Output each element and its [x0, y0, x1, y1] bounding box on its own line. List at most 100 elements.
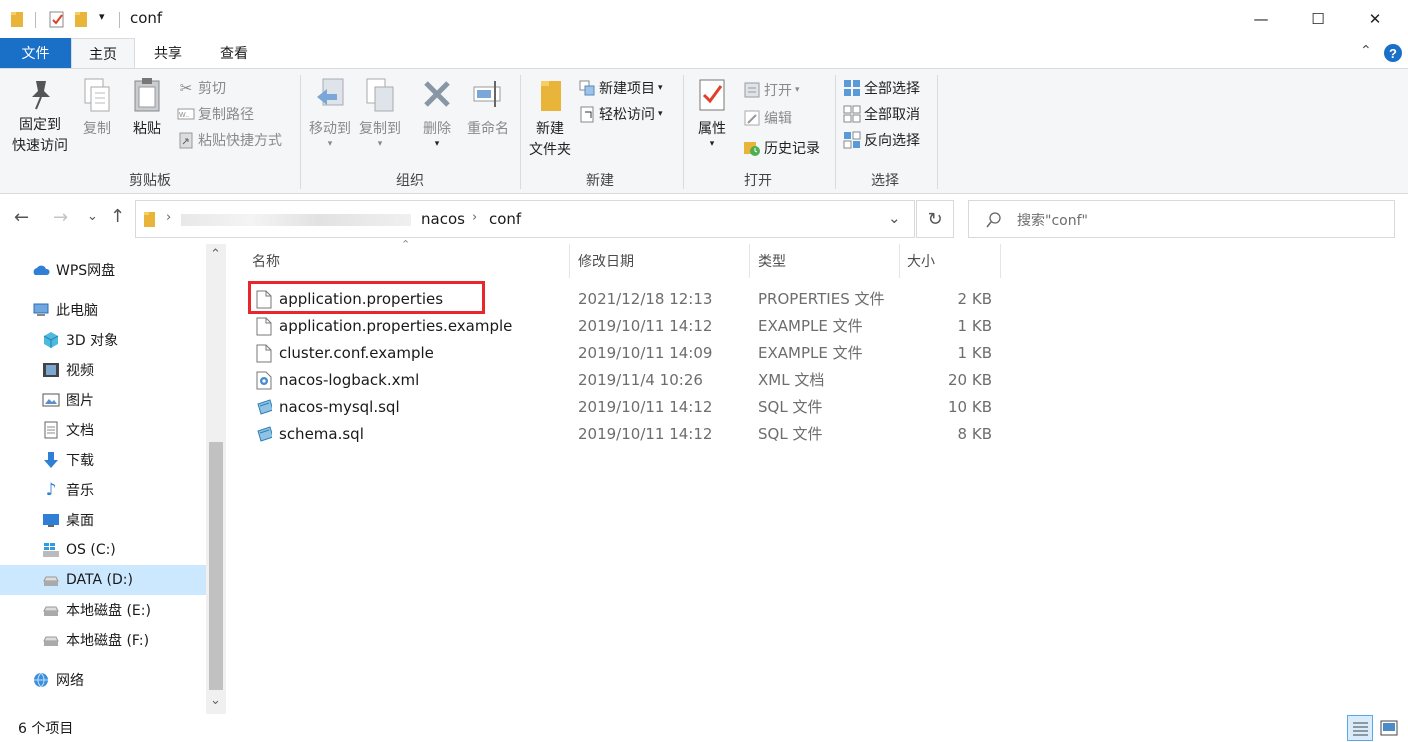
file-type: XML 文档 — [758, 371, 825, 389]
invert-selection-button[interactable]: 反向选择 — [843, 128, 920, 152]
desktop-icon — [43, 514, 59, 527]
paste-shortcut-button[interactable]: 粘贴快捷方式 — [177, 128, 282, 152]
rename-label: 重命名 — [467, 121, 509, 137]
move-to-label: 移动到 — [309, 121, 351, 137]
help-icon[interactable]: ? — [1383, 43, 1403, 63]
nav-item-label: 本地磁盘 (E:) — [66, 603, 151, 619]
nav-item-documents[interactable]: 文档 — [42, 415, 94, 445]
nav-item-3d-objects[interactable]: 3D 对象 — [42, 325, 118, 355]
rename-button[interactable]: 重命名 — [462, 77, 514, 140]
ribbon-separator — [683, 75, 684, 189]
collapse-ribbon-icon[interactable]: ⌃ — [1360, 43, 1372, 59]
large-icons-view-button[interactable] — [1378, 717, 1400, 739]
cut-button[interactable]: ✂ 剪切 — [177, 76, 226, 100]
properties-quick-icon[interactable] — [48, 10, 66, 28]
refresh-icon[interactable]: ↻ — [916, 200, 954, 238]
copy-button[interactable]: 复制 — [77, 77, 117, 140]
nav-item-drive-f[interactable]: 本地磁盘 (F:) — [42, 625, 149, 655]
easy-access-dropdown-icon: ▾ — [658, 109, 663, 119]
scroll-down-icon[interactable]: ⌄ — [210, 693, 221, 708]
address-dropdown-icon[interactable]: ⌄ — [888, 209, 901, 227]
open-button[interactable]: 打开 ▾ — [743, 78, 800, 102]
download-arrow-icon — [44, 452, 58, 468]
nav-item-this-pc[interactable]: 此电脑 — [32, 295, 98, 325]
file-size: 1 KB — [957, 317, 992, 335]
nav-item-network[interactable]: 网络 — [32, 665, 84, 695]
forward-arrow-icon[interactable]: → — [53, 207, 68, 228]
up-arrow-icon[interactable]: ↑ — [110, 206, 125, 227]
search-box[interactable]: 搜索"conf" — [968, 200, 1395, 238]
file-name: nacos-mysql.sql — [279, 398, 400, 416]
file-row[interactable]: schema.sql 2019/10/11 14:12 SQL 文件 8 KB — [248, 421, 1008, 448]
nav-item-label: WPS网盘 — [56, 263, 116, 279]
file-row[interactable]: nacos-mysql.sql 2019/10/11 14:12 SQL 文件 … — [248, 394, 1008, 421]
properties-button[interactable]: 属性 ▾ — [690, 77, 734, 149]
file-row[interactable]: cluster.conf.example 2019/10/11 14:09 EX… — [248, 340, 1008, 367]
new-folder-quick-icon[interactable] — [74, 10, 90, 28]
column-header-name[interactable]: 名称 — [252, 244, 280, 278]
select-none-button[interactable]: 全部取消 — [843, 102, 920, 126]
column-divider[interactable] — [569, 244, 570, 278]
close-button[interactable]: ✕ — [1352, 0, 1398, 38]
minimize-button[interactable]: — — [1238, 0, 1284, 38]
copy-path-button[interactable]: W.. 复制路径 — [177, 102, 254, 126]
address-box[interactable]: › nacos › conf ⌄ — [135, 200, 915, 238]
nav-item-downloads[interactable]: 下载 — [42, 445, 94, 475]
nav-item-music[interactable]: ♪ 音乐 — [42, 475, 94, 505]
nav-item-drive-e[interactable]: 本地磁盘 (E:) — [42, 595, 151, 625]
breadcrumb-nacos[interactable]: nacos — [421, 210, 465, 228]
delete-icon — [424, 81, 450, 107]
nav-scrollbar[interactable]: ⌃ ⌄ — [206, 244, 226, 714]
music-note-icon: ♪ — [45, 480, 57, 500]
column-header-size[interactable]: 大小 — [907, 244, 935, 278]
blank-file-icon — [256, 344, 272, 363]
file-name: cluster.conf.example — [279, 344, 434, 362]
pin-label-line1: 固定到 — [19, 117, 61, 133]
nav-item-pictures[interactable]: 图片 — [42, 385, 94, 415]
pin-icon — [32, 81, 50, 110]
delete-button[interactable]: 删除 ▾ — [415, 77, 459, 149]
nav-item-drive-c[interactable]: OS (C:) — [42, 535, 116, 565]
paste-button[interactable]: 粘贴 — [127, 77, 167, 140]
quick-access-dropdown-icon[interactable]: ▾ — [99, 10, 105, 23]
column-divider[interactable] — [749, 244, 750, 278]
history-button[interactable]: 历史记录 — [743, 136, 820, 160]
nav-item-drive-d[interactable]: DATA (D:) — [42, 565, 133, 595]
edit-button[interactable]: 编辑 — [743, 106, 792, 130]
file-row[interactable]: nacos-logback.xml 2019/11/4 10:26 XML 文档… — [248, 367, 1008, 394]
tab-home[interactable]: 主页 — [71, 38, 135, 69]
file-size: 1 KB — [957, 344, 992, 362]
new-item-button[interactable]: 新建项目 ▾ — [578, 76, 663, 100]
maximize-button[interactable]: ☐ — [1295, 0, 1341, 38]
copy-to-button[interactable]: 复制到 ▾ — [355, 77, 405, 149]
new-folder-button[interactable]: 新建 文件夹 — [525, 77, 575, 161]
column-divider[interactable] — [899, 244, 900, 278]
select-all-button[interactable]: 全部选择 — [843, 76, 920, 100]
scroll-up-icon[interactable]: ⌃ — [210, 247, 221, 262]
column-header-type[interactable]: 类型 — [758, 244, 786, 278]
nav-scrollbar-thumb[interactable] — [209, 442, 223, 690]
file-list: ⌃ 名称 修改日期 类型 大小 application.properties 2… — [228, 238, 1408, 714]
move-to-button[interactable]: 移动到 ▾ — [305, 77, 355, 149]
easy-access-icon — [580, 106, 594, 123]
nav-item-desktop[interactable]: 桌面 — [42, 505, 94, 535]
tab-share[interactable]: 共享 — [140, 38, 196, 68]
paste-label: 粘贴 — [133, 121, 161, 137]
nav-item-videos[interactable]: 视频 — [42, 355, 94, 385]
tab-view[interactable]: 查看 — [206, 38, 262, 68]
pin-to-quick-access-button[interactable]: 固定到 快速访问 — [8, 77, 72, 157]
easy-access-button[interactable]: 轻松访问 ▾ — [578, 102, 663, 126]
file-date: 2021/12/18 12:13 — [578, 290, 713, 308]
nav-item-label: 此电脑 — [56, 303, 98, 319]
recent-locations-chevron-icon[interactable]: ⌄ — [87, 209, 98, 224]
tab-file[interactable]: 文件 — [0, 38, 71, 68]
edit-label: 编辑 — [764, 111, 792, 127]
column-divider[interactable] — [1000, 244, 1001, 278]
back-arrow-icon[interactable]: ← — [14, 207, 29, 228]
file-row[interactable]: application.properties.example 2019/10/1… — [248, 313, 1008, 340]
breadcrumb-conf[interactable]: conf — [489, 210, 521, 228]
nav-item-wps-drive[interactable]: WPS网盘 — [32, 255, 115, 285]
delete-label: 删除 — [423, 121, 451, 137]
details-view-button[interactable] — [1347, 715, 1373, 741]
column-header-date[interactable]: 修改日期 — [578, 244, 634, 278]
